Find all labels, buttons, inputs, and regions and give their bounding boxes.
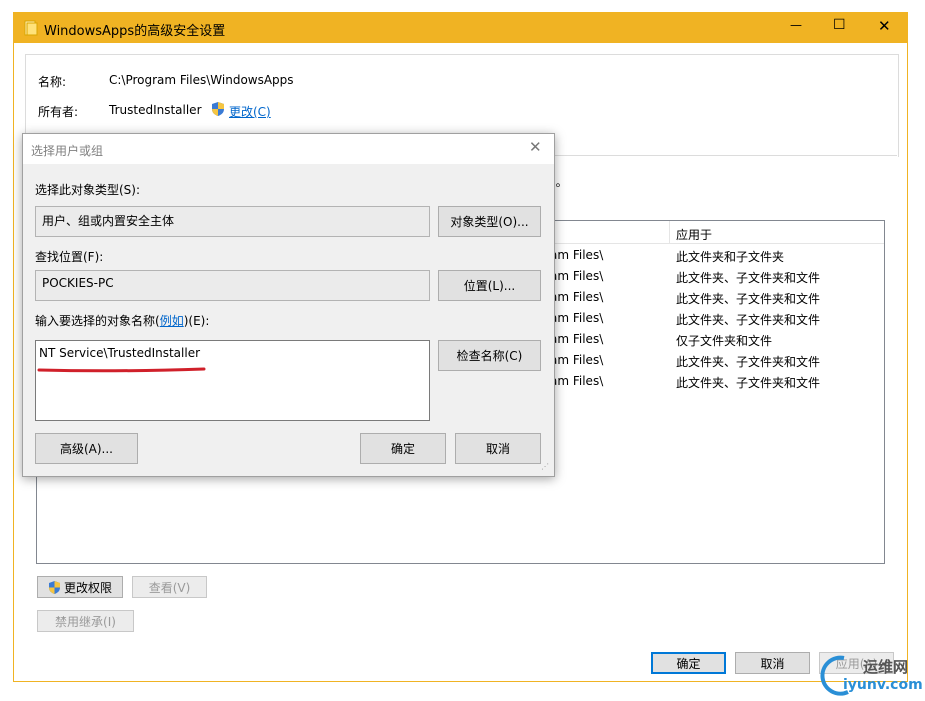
name-label: 名称: — [38, 75, 67, 89]
watermark-logo: 运维网 iyunv.com — [818, 652, 923, 698]
applies-cell: 此文件夹、子文件夹和文件 — [676, 271, 821, 285]
advanced-button[interactable]: 高级(A)... — [35, 433, 138, 464]
ok-button[interactable]: 确定 — [651, 652, 726, 674]
location-label: 查找位置(F): — [35, 250, 104, 264]
location-field: POCKIES-PC — [35, 270, 430, 301]
column-divider — [669, 221, 670, 243]
shield-icon — [211, 101, 225, 117]
watermark-brand-cn: 运维网 — [863, 658, 909, 676]
dialog-close-icon[interactable]: ✕ — [529, 138, 542, 156]
change-owner-link[interactable]: 更改(C) — [229, 103, 271, 120]
disable-inheritance-button[interactable]: 禁用继承(I) — [37, 610, 134, 632]
cancel-button[interactable]: 取消 — [735, 652, 810, 674]
dialog-title-bar: 选择用户或组 ✕ — [23, 134, 554, 164]
shield-icon — [48, 580, 61, 595]
red-underline-annotation — [37, 363, 207, 377]
minimize-button[interactable]: — — [790, 18, 802, 32]
path-cell: am Files\ — [550, 311, 604, 325]
object-type-label: 选择此对象类型(S): — [35, 183, 141, 197]
owner-label: 所有者: — [38, 105, 79, 119]
change-permissions-label: 更改权限 — [63, 580, 112, 595]
object-name-input[interactable]: NT Service\TrustedInstaller — [35, 340, 430, 421]
locations-button[interactable]: 位置(L)... — [438, 270, 541, 301]
object-name-text: NT Service\TrustedInstaller — [39, 346, 201, 360]
maximize-button[interactable]: ☐ — [833, 17, 846, 33]
owner-value: TrustedInstaller — [109, 103, 202, 117]
close-button[interactable]: ✕ — [878, 17, 891, 35]
applies-cell: 此文件夹、子文件夹和文件 — [676, 292, 821, 306]
object-type-field: 用户、组或内置安全主体 — [35, 206, 430, 237]
object-types-button[interactable]: 对象类型(O)... — [438, 206, 541, 237]
examples-link[interactable]: 例如 — [160, 314, 184, 328]
path-cell: am Files\ — [550, 353, 604, 367]
dialog-ok-button[interactable]: 确定 — [360, 433, 446, 464]
name-value: C:\Program Files\WindowsApps — [109, 73, 294, 87]
watermark-brand-url: iyunv.com — [843, 677, 923, 693]
path-cell: am Files\ — [550, 290, 604, 304]
applies-cell: 仅子文件夹和文件 — [676, 334, 773, 348]
applies-cell: 此文件夹、子文件夹和文件 — [676, 313, 821, 327]
select-user-dialog: 选择用户或组 ✕ 选择此对象类型(S): 用户、组或内置安全主体 对象类型(O)… — [22, 133, 555, 477]
applies-cell: 此文件夹和子文件夹 — [676, 250, 785, 264]
check-names-button[interactable]: 检查名称(C) — [438, 340, 541, 371]
enter-label-pre: 输入要选择的对象名称( — [35, 314, 160, 328]
view-button[interactable]: 查看(V) — [132, 576, 207, 598]
folder-icon — [24, 20, 38, 36]
window-title: WindowsApps的高级安全设置 — [44, 24, 226, 39]
enter-label-post: )(E): — [183, 314, 210, 328]
change-permissions-button[interactable]: 更改权限 — [37, 576, 123, 598]
path-cell: am Files\ — [550, 374, 604, 388]
path-cell: am Files\ — [550, 269, 604, 283]
applies-to-header: 应用于 — [676, 228, 713, 242]
path-cell: am Files\ — [550, 248, 604, 262]
enter-object-name-label: 输入要选择的对象名称(例如)(E): — [35, 312, 209, 329]
resize-grip-icon[interactable]: ⋰ — [541, 463, 549, 471]
dialog-cancel-button[interactable]: 取消 — [455, 433, 541, 464]
dialog-title: 选择用户或组 — [31, 144, 104, 158]
title-bar: WindowsApps的高级安全设置 — ☐ ✕ — [14, 13, 907, 43]
applies-cell: 此文件夹、子文件夹和文件 — [676, 376, 821, 390]
path-cell: am Files\ — [550, 332, 604, 346]
applies-cell: 此文件夹、子文件夹和文件 — [676, 355, 821, 369]
